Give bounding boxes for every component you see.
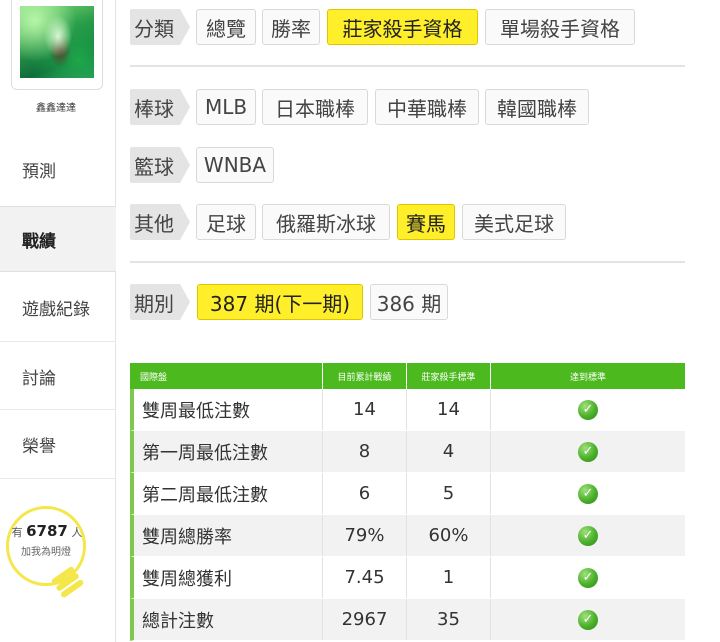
row-standard: 35 (407, 599, 491, 640)
row-met: ✓ (491, 431, 685, 472)
row-name: 第二周最低注數 (134, 473, 323, 514)
row-current: 14 (323, 389, 407, 430)
username[interactable]: 鑫鑫達達 (0, 99, 112, 114)
chip-period-386[interactable]: 386 期 (370, 284, 448, 320)
row-met: ✓ (491, 599, 685, 640)
row-name: 雙周最低注數 (134, 389, 323, 430)
chip-winrate[interactable]: 勝率 (262, 9, 320, 45)
nav-divider (0, 478, 116, 479)
chip-npb[interactable]: 日本職棒 (262, 89, 368, 125)
check-icon: ✓ (578, 567, 598, 588)
follow-cta[interactable]: 加我為明燈 (10, 543, 82, 558)
chip-kbo[interactable]: 韓國職棒 (485, 89, 589, 125)
header-standard: 莊家殺手標準 (407, 363, 491, 389)
header-current: 目前累計戰績 (323, 363, 407, 389)
row-met: ✓ (491, 557, 685, 598)
nav-divider (0, 341, 116, 342)
check-icon: ✓ (578, 441, 598, 462)
follower-prefix: 有 (11, 526, 23, 539)
chip-wnba[interactable]: WNBA (196, 147, 274, 183)
table-row: 雙周總勝率 79% 60% ✓ (130, 515, 685, 557)
check-icon: ✓ (578, 525, 598, 546)
nav-item-discuss[interactable]: 討論 (0, 353, 116, 399)
sidebar: 鑫鑫達達 預測 戰績 遊戲紀錄 討論 榮譽 有 6787 人 加我為明燈 (0, 0, 116, 642)
row-name: 總計注數 (134, 599, 323, 640)
nav-label: 討論 (22, 368, 56, 389)
table-row: 雙周總獲利 7.45 1 ✓ (130, 557, 685, 599)
header-met: 達到標準 (569, 372, 606, 383)
follower-suffix: 人 (71, 526, 83, 539)
divider (130, 65, 685, 67)
follower-count: 有 6787 人 (10, 522, 84, 540)
chip-nfl[interactable]: 美式足球 (462, 204, 566, 240)
table-row: 雙周最低注數 14 14 ✓ (130, 389, 685, 431)
chip-khl[interactable]: 俄羅斯冰球 (262, 204, 390, 240)
row-current: 6 (323, 473, 407, 514)
chip-single-killer[interactable]: 單場殺手資格 (485, 9, 635, 45)
filter-label-period: 期別 (130, 284, 190, 320)
check-icon: ✓ (578, 609, 598, 630)
nav-item-honor[interactable]: 榮譽 (0, 421, 116, 467)
nav-item-predict[interactable]: 預測 (0, 146, 116, 192)
filter-label-baseball: 棒球 (130, 89, 190, 125)
row-met: ✓ (491, 473, 685, 514)
follower-number: 6787 (26, 522, 68, 540)
table-row: 第一周最低注數 8 4 ✓ (130, 431, 685, 473)
check-icon: ✓ (578, 399, 598, 420)
nav-label: 戰績 (22, 231, 56, 252)
row-standard: 4 (407, 431, 491, 472)
row-current: 7.45 (323, 557, 407, 598)
filter-label-category: 分類 (130, 9, 190, 45)
row-standard: 1 (407, 557, 491, 598)
chip-cpbl[interactable]: 中華職棒 (375, 89, 479, 125)
chip-horse-racing[interactable]: 賽馬 (397, 204, 455, 240)
row-met: ✓ (491, 389, 685, 430)
row-name: 雙周總獲利 (134, 557, 323, 598)
row-standard: 5 (407, 473, 491, 514)
nav-label: 預測 (22, 161, 56, 182)
nav-item-game-log[interactable]: 遊戲紀錄 (0, 284, 116, 330)
check-icon: ✓ (578, 483, 598, 504)
nav-item-record[interactable]: 戰績 (0, 206, 116, 272)
row-standard: 14 (407, 389, 491, 430)
nav-label: 榮譽 (22, 436, 56, 457)
chip-mlb[interactable]: MLB (196, 89, 256, 125)
row-name: 第一周最低注數 (134, 431, 323, 472)
row-current: 79% (323, 515, 407, 556)
avatar[interactable] (11, 0, 103, 90)
nav-label: 遊戲紀錄 (22, 299, 90, 320)
table-header: 國際盤 目前累計戰績 莊家殺手標準 達到標準 (130, 363, 685, 389)
row-met: ✓ (491, 515, 685, 556)
nav-divider (0, 409, 116, 410)
table-row: 第二周最低注數 6 5 ✓ (130, 473, 685, 515)
chip-period-387[interactable]: 387 期(下一期) (197, 284, 363, 320)
filter-label-basketball: 籃球 (130, 147, 190, 183)
row-current: 8 (323, 431, 407, 472)
row-standard: 60% (407, 515, 491, 556)
avatar-image (20, 6, 94, 78)
row-name: 雙周總勝率 (134, 515, 323, 556)
chip-banker-killer[interactable]: 莊家殺手資格 (327, 9, 478, 45)
chip-soccer[interactable]: 足球 (196, 204, 256, 240)
filter-label-other: 其他 (130, 204, 190, 240)
table-row: 總計注數 2967 35 ✓ (130, 599, 685, 641)
chip-overview[interactable]: 總覽 (196, 9, 256, 45)
divider (130, 261, 685, 263)
header-market: 國際盤 (130, 363, 323, 389)
row-current: 2967 (323, 599, 407, 640)
